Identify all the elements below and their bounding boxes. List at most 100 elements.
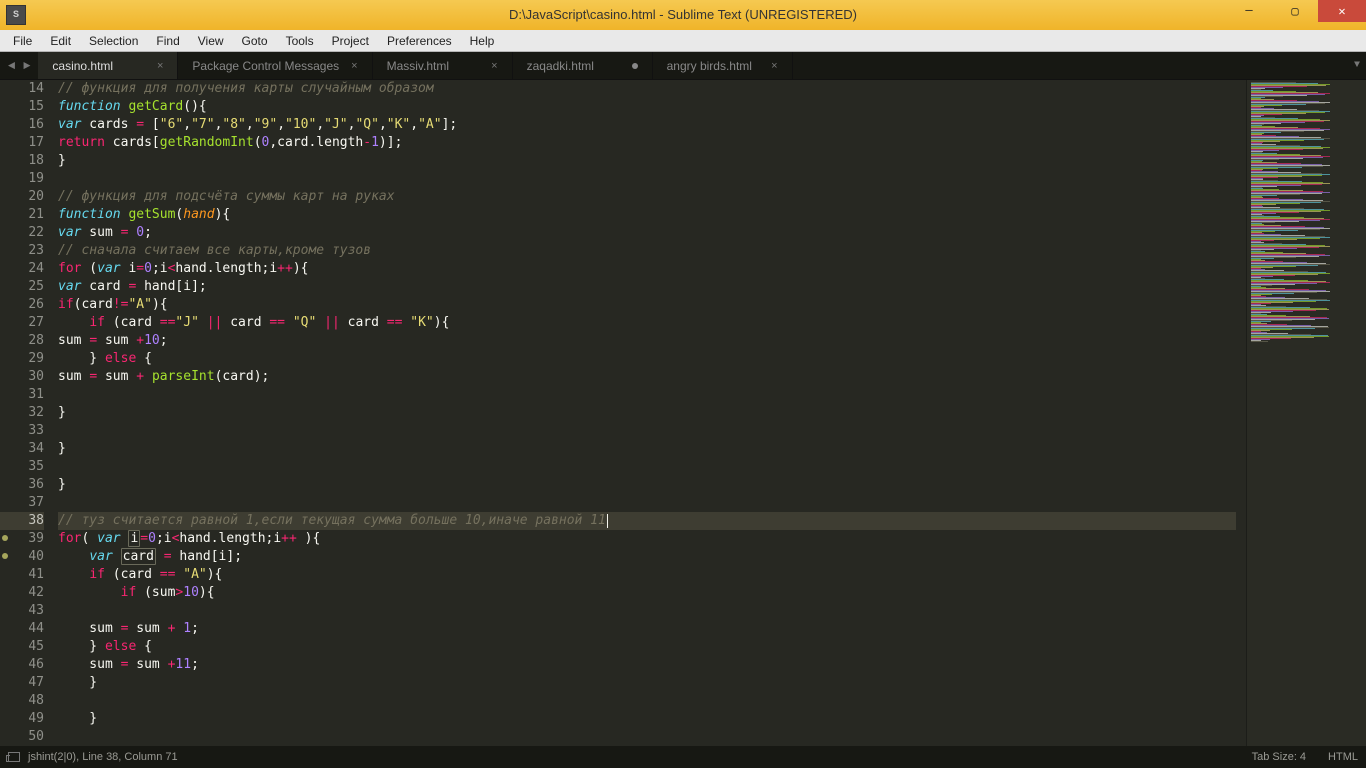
menu-project[interactable]: Project (323, 32, 378, 50)
code-line[interactable]: if (card == "A"){ (58, 566, 1236, 584)
code-line[interactable]: if (sum>10){ (58, 584, 1236, 602)
tab-overflow-icon[interactable]: ▼ (1354, 52, 1360, 79)
tab-angry-birds.html[interactable]: angry birds.html× (653, 52, 793, 79)
line-number[interactable]: 27 (0, 314, 44, 332)
code-line[interactable]: if(card!="A"){ (58, 296, 1236, 314)
line-number[interactable]: 29 (0, 350, 44, 368)
code-line[interactable]: function getSum(hand){ (58, 206, 1236, 224)
menu-edit[interactable]: Edit (41, 32, 80, 50)
maximize-button[interactable]: ▢ (1272, 0, 1318, 22)
line-number[interactable]: 43 (0, 602, 44, 620)
line-number[interactable]: 15 (0, 98, 44, 116)
code-line[interactable]: var cards = ["6","7","8","9","10","J","Q… (58, 116, 1236, 134)
panel-switcher-icon[interactable] (8, 752, 20, 762)
line-number[interactable]: 24 (0, 260, 44, 278)
code-line[interactable]: } (58, 152, 1236, 170)
minimize-button[interactable]: ─ (1226, 0, 1272, 22)
line-number[interactable]: 49 (0, 710, 44, 728)
menu-selection[interactable]: Selection (80, 32, 147, 50)
menu-tools[interactable]: Tools (277, 32, 323, 50)
line-number[interactable]: 17 (0, 134, 44, 152)
code-line[interactable]: sum = sum +11; (58, 656, 1236, 674)
line-number[interactable]: 36 (0, 476, 44, 494)
code-line[interactable] (58, 170, 1236, 188)
code-line[interactable] (58, 494, 1236, 512)
line-number[interactable]: 46 (0, 656, 44, 674)
code-line[interactable] (58, 728, 1236, 746)
code-line[interactable]: sum = sum + parseInt(card); (58, 368, 1236, 386)
code-line[interactable]: var sum = 0; (58, 224, 1236, 242)
code-line[interactable]: } (58, 674, 1236, 692)
line-number[interactable]: 47 (0, 674, 44, 692)
menu-file[interactable]: File (4, 32, 41, 50)
code-line[interactable] (58, 422, 1236, 440)
line-number[interactable]: 38 (0, 512, 44, 530)
code-line[interactable]: for (var i=0;i<hand.length;i++){ (58, 260, 1236, 278)
line-number[interactable]: 45 (0, 638, 44, 656)
code-line[interactable]: // функция для получения карты случайным… (58, 80, 1236, 98)
tab-dirty-icon[interactable] (632, 63, 638, 69)
menu-preferences[interactable]: Preferences (378, 32, 461, 50)
tab-close-icon[interactable]: × (351, 60, 357, 72)
line-number[interactable]: 34 (0, 440, 44, 458)
menu-help[interactable]: Help (461, 32, 504, 50)
code-line[interactable]: } (58, 710, 1236, 728)
code-line[interactable] (58, 602, 1236, 620)
line-number[interactable]: 32 (0, 404, 44, 422)
line-number[interactable]: 41 (0, 566, 44, 584)
code-line[interactable]: } else { (58, 350, 1236, 368)
line-number[interactable]: 40 (0, 548, 44, 566)
tab-package-control-messages[interactable]: Package Control Messages× (178, 52, 372, 79)
code-line[interactable]: for( var i=0;i<hand.length;i++ ){ (58, 530, 1236, 548)
line-number[interactable]: 14 (0, 80, 44, 98)
tab-close-icon[interactable]: × (771, 60, 777, 72)
line-number[interactable]: 18 (0, 152, 44, 170)
line-number[interactable]: 44 (0, 620, 44, 638)
code-line[interactable]: // туз считается равной 1,если текущая с… (58, 512, 1236, 530)
line-number[interactable]: 23 (0, 242, 44, 260)
line-number[interactable]: 30 (0, 368, 44, 386)
code-area[interactable]: // функция для получения карты случайным… (58, 80, 1246, 746)
code-line[interactable]: // сначала считаем все карты,кроме тузов (58, 242, 1236, 260)
line-number[interactable]: 35 (0, 458, 44, 476)
line-number[interactable]: 48 (0, 692, 44, 710)
tab-casino.html[interactable]: casino.html× (38, 52, 178, 79)
line-number-gutter[interactable]: 1415161718192021222324252627282930313233… (0, 80, 58, 746)
line-number[interactable]: 22 (0, 224, 44, 242)
menu-view[interactable]: View (189, 32, 233, 50)
code-line[interactable]: // функция для подсчёта суммы карт на ру… (58, 188, 1236, 206)
tab-massiv.html[interactable]: Massiv.html× (373, 52, 513, 79)
line-number[interactable]: 31 (0, 386, 44, 404)
code-line[interactable]: var card = hand[i]; (58, 278, 1236, 296)
menu-find[interactable]: Find (147, 32, 188, 50)
code-line[interactable]: var card = hand[i]; (58, 548, 1236, 566)
code-line[interactable] (58, 458, 1236, 476)
code-line[interactable]: function getCard(){ (58, 98, 1236, 116)
line-number[interactable]: 33 (0, 422, 44, 440)
status-tab-size[interactable]: Tab Size: 4 (1252, 746, 1306, 768)
tab-nav-arrows[interactable]: ◄ ► (0, 52, 38, 79)
line-number[interactable]: 20 (0, 188, 44, 206)
menu-goto[interactable]: Goto (233, 32, 277, 50)
line-number[interactable]: 26 (0, 296, 44, 314)
code-line[interactable]: return cards[getRandomInt(0,card.length-… (58, 134, 1236, 152)
code-line[interactable]: } (58, 404, 1236, 422)
nav-forward-icon[interactable]: ► (23, 59, 30, 73)
code-line[interactable]: } (58, 476, 1236, 494)
line-number[interactable]: 50 (0, 728, 44, 746)
code-line[interactable] (58, 386, 1236, 404)
code-line[interactable]: } (58, 440, 1236, 458)
line-number[interactable]: 42 (0, 584, 44, 602)
line-number[interactable]: 19 (0, 170, 44, 188)
line-number[interactable]: 16 (0, 116, 44, 134)
tab-close-icon[interactable]: × (157, 60, 163, 72)
line-number[interactable]: 28 (0, 332, 44, 350)
code-line[interactable] (58, 692, 1236, 710)
tab-close-icon[interactable]: × (491, 60, 497, 72)
nav-back-icon[interactable]: ◄ (8, 59, 15, 73)
line-number[interactable]: 21 (0, 206, 44, 224)
code-line[interactable]: sum = sum +10; (58, 332, 1236, 350)
line-number[interactable]: 39 (0, 530, 44, 548)
tab-zaqadki.html[interactable]: zaqadki.html (513, 52, 653, 79)
status-syntax[interactable]: HTML (1328, 746, 1358, 768)
